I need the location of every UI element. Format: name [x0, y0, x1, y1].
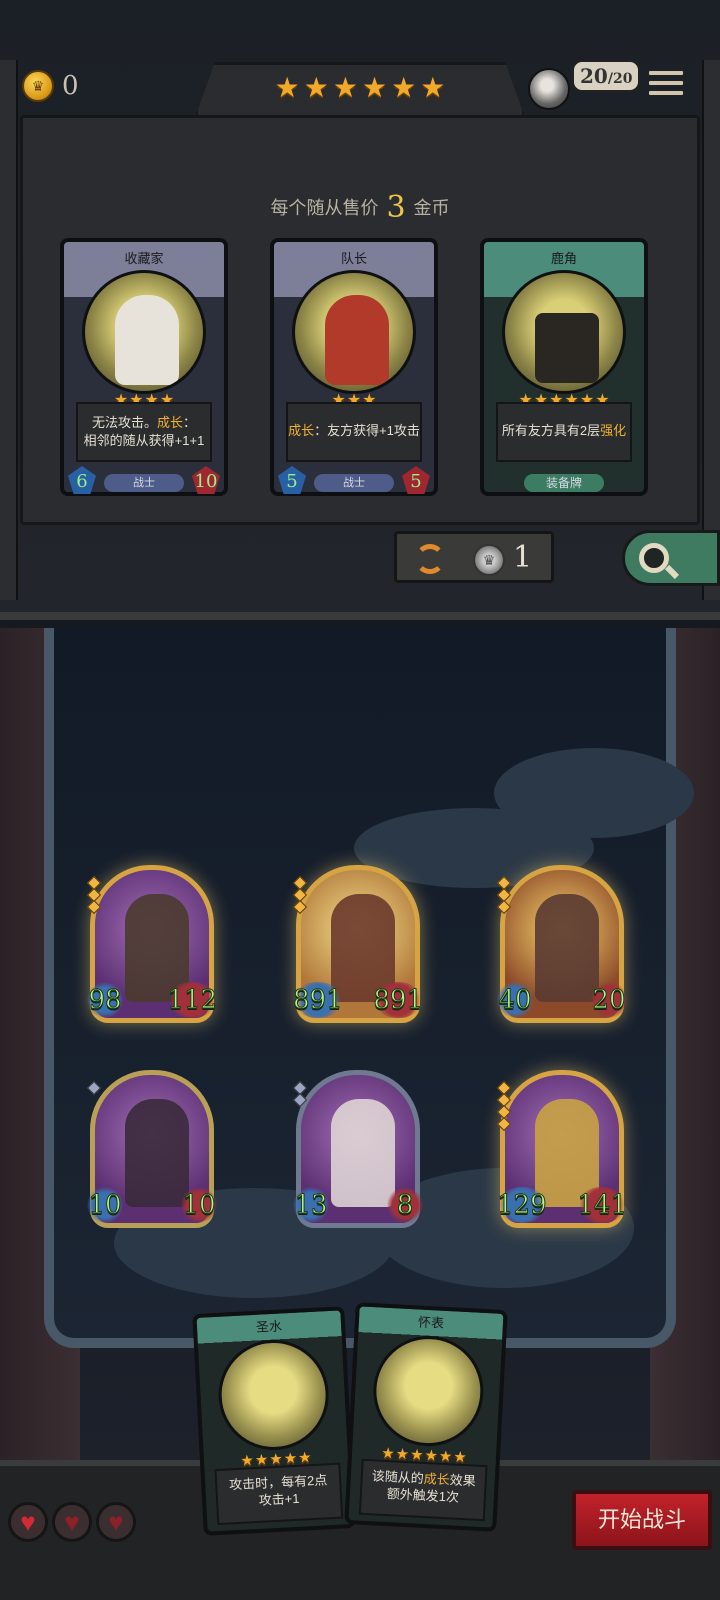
player-health-max: 20 — [612, 71, 633, 87]
board-minion-4[interactable]: 10 10 — [86, 1070, 217, 1228]
card-attack: 5 — [278, 466, 306, 494]
card-text: 无法攻击。成长： 相邻的随从获得+1+1 — [76, 402, 212, 462]
star-icon: ★ — [362, 72, 388, 103]
rank-diamond-icon — [86, 899, 102, 915]
player-status[interactable]: 20/20 — [528, 60, 641, 110]
card-name: 圣水 — [255, 1318, 283, 1335]
minion-attack: 13 — [293, 1187, 329, 1223]
gold-value: 0 — [62, 71, 79, 101]
board-minion-1[interactable]: 98 112 — [86, 865, 217, 1023]
shop-frame-left — [0, 60, 18, 600]
refresh-button[interactable]: ♛ 1 — [394, 531, 554, 583]
board-minion-6[interactable]: 129 141 — [496, 1070, 627, 1228]
heart-icon: ♥ — [96, 1502, 136, 1542]
rank-diamond-icon — [86, 1080, 102, 1096]
board-minion-3[interactable]: 40 20 — [496, 865, 627, 1023]
shop-frame-right — [702, 60, 720, 600]
minion-rank-marks — [86, 875, 102, 915]
minion-rank-marks — [496, 1080, 512, 1132]
hand-card-holy-water[interactable]: 圣水 ★ ★ ★ ★ ★ 攻击时，每有2点 攻击+1 — [192, 1306, 356, 1536]
silver-crown-coin-icon: ♛ — [473, 544, 505, 576]
sell-price-prefix: 每个随从售价 — [270, 198, 379, 218]
tavern-tier-stars: ★ ★ ★ ★ ★ ★ — [270, 70, 450, 106]
minion-health: 8 — [387, 1187, 423, 1223]
card-type: 装备牌 — [524, 474, 604, 492]
sell-price-suffix: 金币 — [413, 198, 450, 218]
minion-rank-marks — [86, 1080, 102, 1096]
minion-rank-marks — [292, 1080, 308, 1108]
heart-icon: ♥ — [8, 1502, 48, 1542]
minion-rank-marks — [496, 875, 512, 915]
player-health: 20 — [580, 64, 608, 88]
minion-health: 10 — [181, 1187, 217, 1223]
holy-water-portrait — [215, 1337, 332, 1453]
card-attack: 6 — [68, 466, 96, 494]
card-name: 队长 — [340, 251, 367, 266]
card-health: 5 — [402, 466, 430, 494]
sell-price-value: 3 — [386, 190, 406, 225]
minion-health: 141 — [577, 1187, 627, 1223]
collector-portrait — [82, 270, 206, 394]
minion-attack: 129 — [497, 1187, 547, 1223]
board-minion-5[interactable]: 13 8 — [292, 1070, 423, 1228]
pocket-watch-portrait — [370, 1333, 487, 1449]
minion-attack: 40 — [497, 982, 533, 1018]
card-text: 成长：友方获得+1攻击 — [286, 402, 422, 462]
crown-coin-icon: ♛ — [22, 70, 54, 102]
card-name: 收藏家 — [124, 251, 164, 266]
lives-indicator: ♥ ♥ ♥ — [8, 1502, 136, 1542]
board-minion-2[interactable]: 891 891 — [292, 865, 423, 1023]
sell-price-info: 每个随从售价 3 金币 — [0, 190, 720, 225]
card-text: 所有友方具有2层强化 — [496, 402, 632, 462]
card-type: 战士 — [314, 474, 394, 492]
minion-health: 891 — [373, 982, 423, 1018]
rank-diamond-icon — [292, 1092, 308, 1108]
card-health: 10 — [192, 466, 220, 494]
card-text: 该随从的成长效果 额外触发1次 — [358, 1458, 488, 1522]
heart-icon: ♥ — [52, 1502, 92, 1542]
gold-counter: ♛ 0 — [22, 70, 79, 102]
refresh-icon — [415, 544, 445, 574]
card-text: 攻击时，每有2点 攻击+1 — [214, 1462, 344, 1526]
star-icon: ★ — [391, 72, 417, 103]
player-health-bubble: 20/20 — [572, 60, 641, 92]
shop-card-antlers[interactable]: 鹿角 ★ ★ ★ ★ ★ ★ 所有友方具有2层强化 装备牌 — [480, 238, 648, 496]
rank-diamond-icon — [496, 899, 512, 915]
minion-attack: 891 — [293, 982, 343, 1018]
rank-diamond-icon — [292, 899, 308, 915]
card-type: 战士 — [104, 474, 184, 492]
minion-rank-marks — [292, 875, 308, 915]
card-name: 鹿角 — [550, 251, 577, 266]
shop-card-collector[interactable]: 收藏家 ★ ★ ★ ★ 无法攻击。成长： 相邻的随从获得+1+1 6 战士 10 — [60, 238, 228, 496]
minion-attack: 10 — [87, 1187, 123, 1223]
card-name: 怀表 — [417, 1314, 445, 1331]
game-screen: { "header": { "gold": "0", "tier_star_co… — [0, 0, 720, 1600]
shop-panel: ★ ★ ★ ★ ★ ★ ♛ 0 20/20 每个随从售价 3 金币 收藏家 ★ ★ ★ ★ 无法攻击… — [0, 0, 720, 620]
shop-card-captain[interactable]: 队长 ★ ★ ★ 成长：友方获得+1攻击 5 战士 5 — [270, 238, 438, 496]
menu-icon[interactable] — [648, 66, 684, 100]
refresh-cost: 1 — [513, 540, 533, 575]
antlers-portrait — [502, 270, 626, 394]
star-icon: ★ — [274, 72, 300, 103]
star-icon: ★ — [420, 72, 446, 103]
star-icon: ★ — [303, 72, 329, 103]
minion-health: 20 — [591, 982, 627, 1018]
minion-attack: 98 — [87, 982, 123, 1018]
start-battle-button[interactable]: 开始战斗 — [572, 1490, 712, 1550]
star-icon: ★ — [332, 72, 358, 103]
search-button[interactable] — [622, 530, 720, 586]
hand-card-pocket-watch[interactable]: 怀表 ★ ★ ★ ★ ★ ★ 该随从的成长效果 额外触发1次 — [344, 1302, 508, 1532]
player-avatar[interactable] — [528, 68, 570, 110]
rank-diamond-icon — [496, 1116, 512, 1132]
captain-portrait — [292, 270, 416, 394]
minion-health: 112 — [167, 982, 217, 1018]
